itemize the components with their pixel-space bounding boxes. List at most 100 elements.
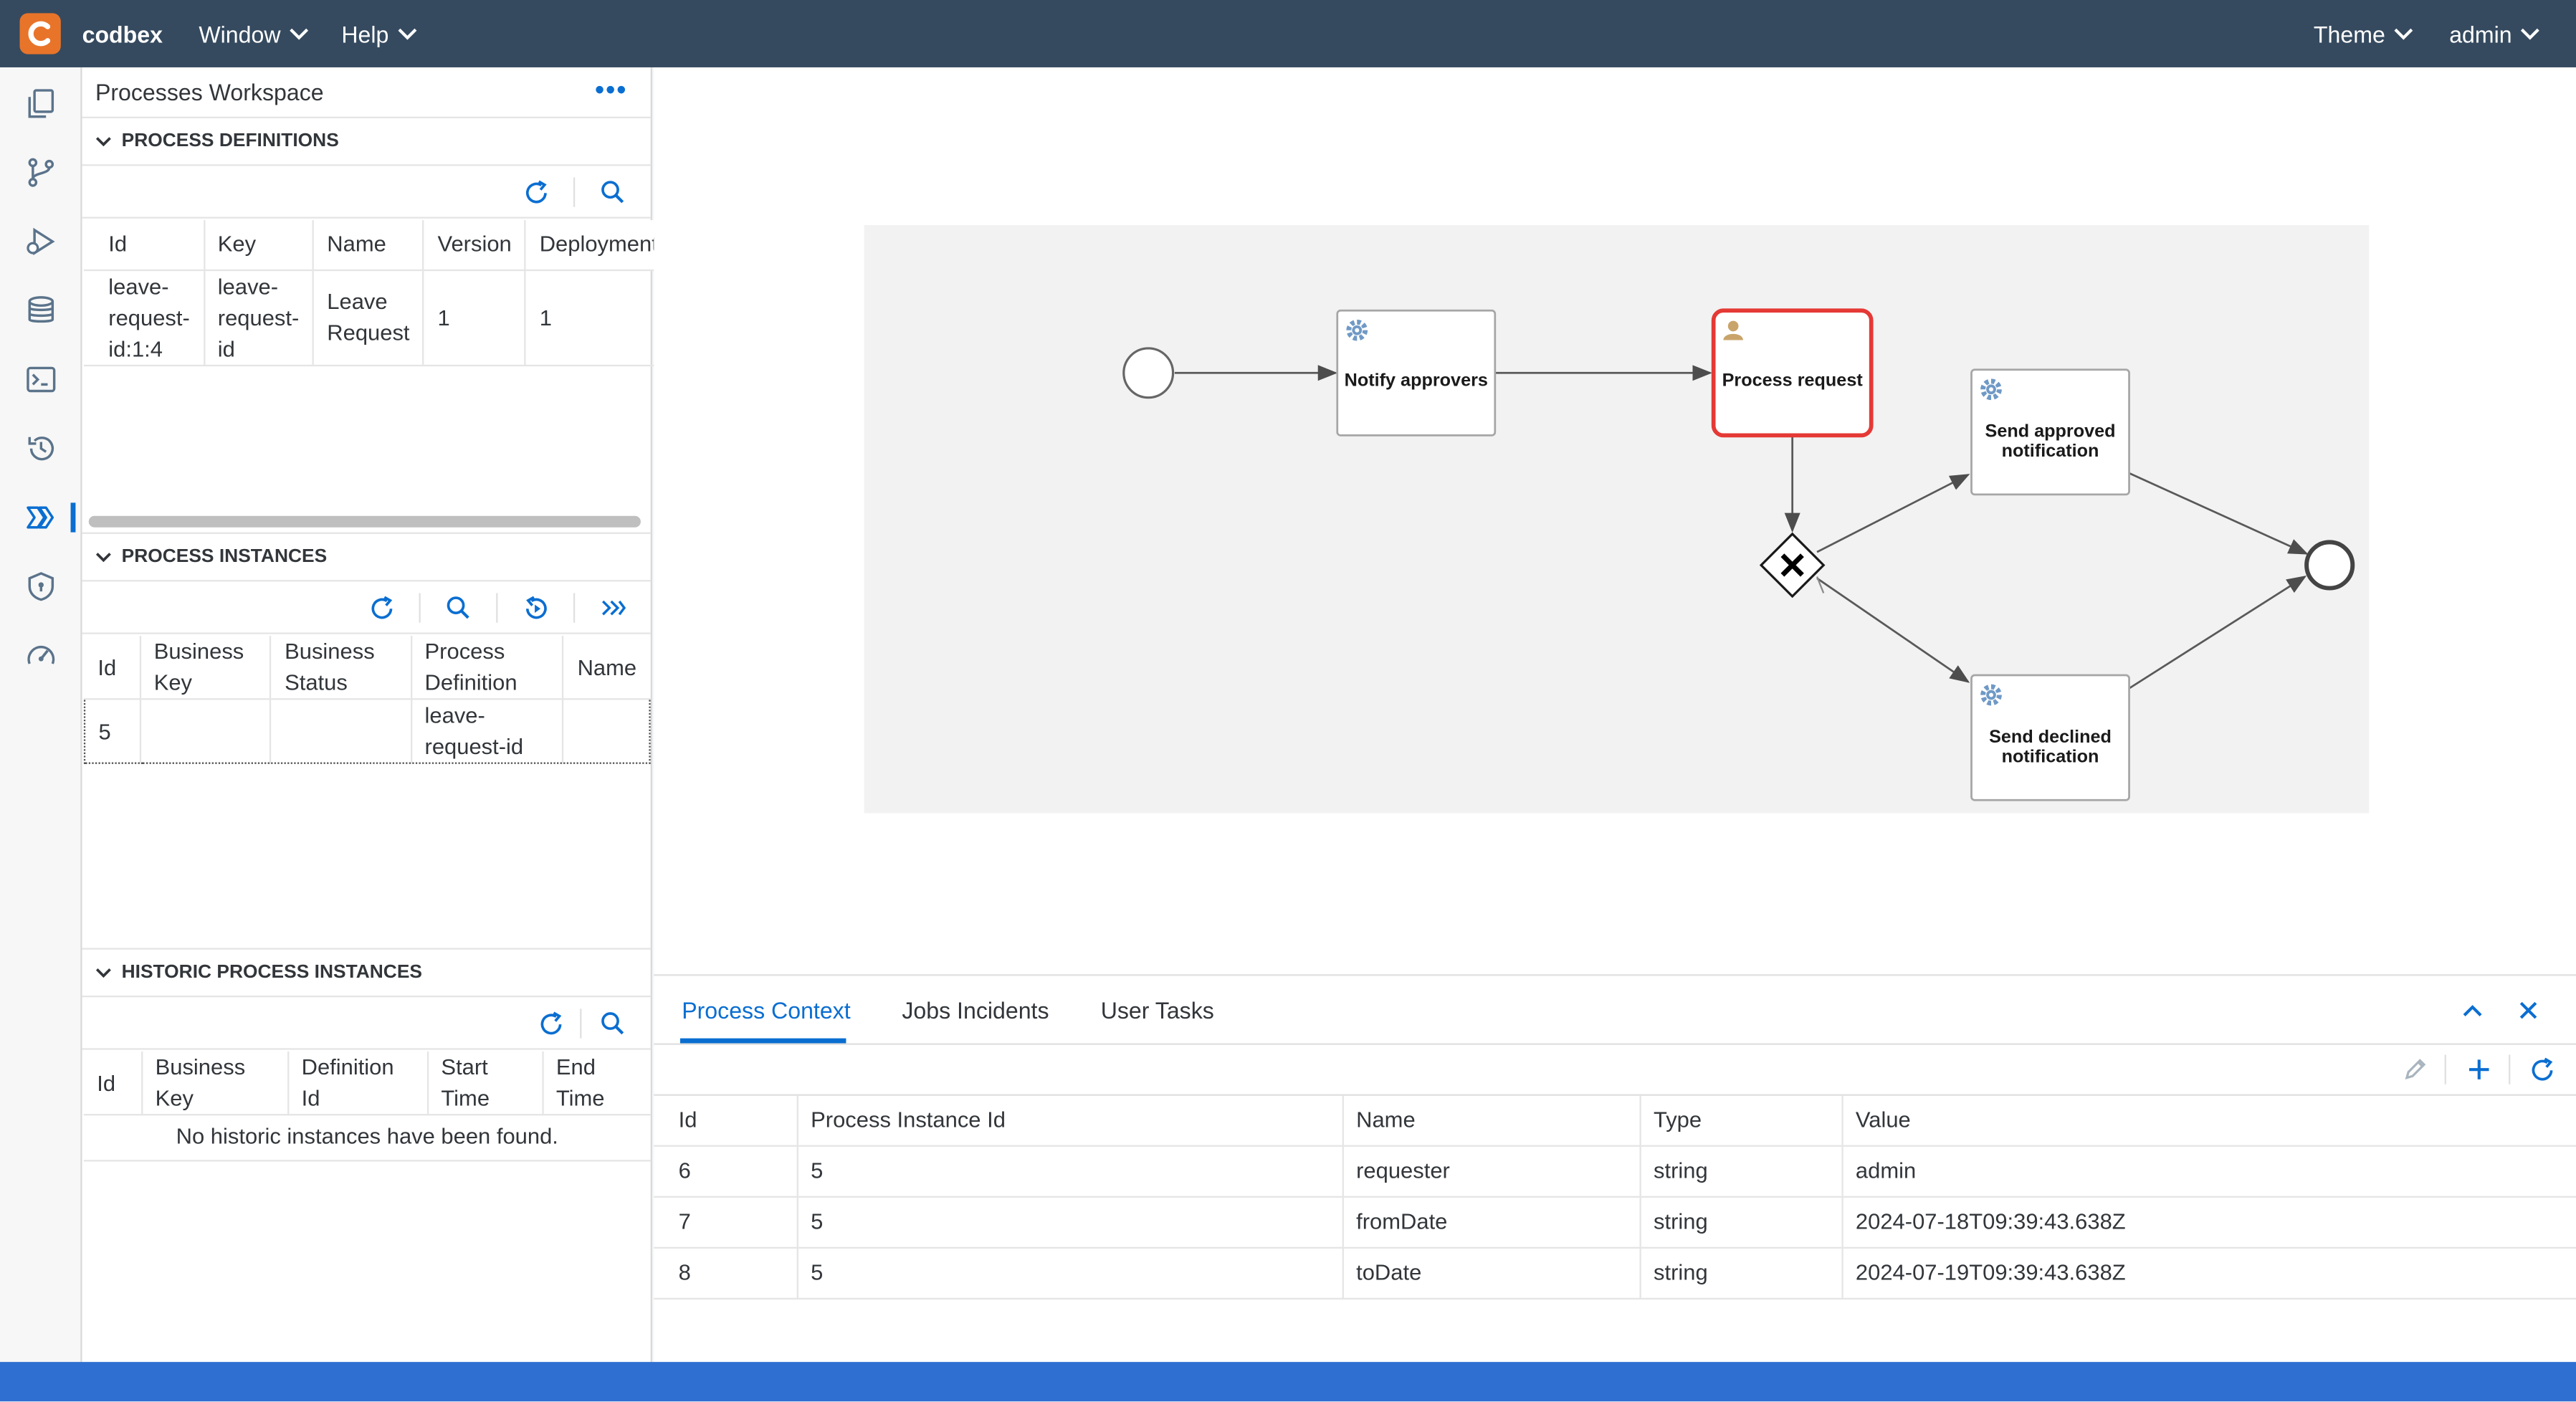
chevron-up-icon[interactable] bbox=[2458, 996, 2487, 1025]
search-icon[interactable] bbox=[596, 1007, 629, 1040]
menu-help[interactable]: Help bbox=[341, 21, 416, 47]
git-branch-icon[interactable] bbox=[23, 154, 59, 190]
column-header[interactable]: Key bbox=[204, 220, 314, 271]
cell-type: string bbox=[1639, 1196, 1843, 1248]
edit-icon[interactable] bbox=[2398, 1053, 2431, 1086]
table-row[interactable]: 8 5 toDate string 2024-07-19T09:39:43.63… bbox=[654, 1246, 2576, 1299]
column-header[interactable]: Name bbox=[563, 636, 650, 700]
menu-theme[interactable]: Theme bbox=[2314, 21, 2413, 47]
add-icon[interactable] bbox=[2463, 1053, 2496, 1086]
cell-definition: leave-request-id bbox=[411, 698, 565, 764]
cell-name: requester bbox=[1342, 1145, 1641, 1197]
codbex-logo-icon[interactable] bbox=[19, 13, 61, 54]
documents-icon[interactable] bbox=[23, 85, 59, 121]
details-tabs: Process Context Jobs Incidents User Task… bbox=[654, 976, 2576, 1045]
processes-icon[interactable] bbox=[23, 500, 59, 535]
table-row[interactable]: 6 5 requester string admin bbox=[654, 1145, 2576, 1197]
resume-icon[interactable] bbox=[519, 591, 552, 624]
task-notify-approvers[interactable]: Notify approvers bbox=[1336, 309, 1497, 437]
column-header[interactable]: Process Definition bbox=[411, 636, 565, 700]
cell-value: admin bbox=[1841, 1145, 2576, 1197]
historic-instances-table: Id Business Key Definition Id Start Time En… bbox=[83, 1051, 651, 1116]
column-header[interactable]: Business Key bbox=[140, 636, 272, 700]
section-title: HISTORIC PROCESS INSTANCES bbox=[121, 963, 422, 983]
task-send-declined-notification[interactable]: Send declined notification bbox=[1970, 674, 2130, 801]
column-header[interactable]: End Time bbox=[542, 1051, 651, 1116]
perspective-bar bbox=[0, 67, 82, 1363]
column-header[interactable]: Id bbox=[83, 220, 205, 271]
tab-process-context[interactable]: Process Context bbox=[682, 997, 850, 1024]
processes-workspace-panel: Processes Workspace ••• PROCESS DEFINITI… bbox=[82, 67, 672, 1363]
tab-jobs-incidents[interactable]: Jobs Incidents bbox=[902, 997, 1049, 1024]
refresh-icon[interactable] bbox=[519, 176, 552, 209]
task-label: Send declined bbox=[1989, 727, 2112, 747]
refresh-icon[interactable] bbox=[2525, 1053, 2558, 1086]
refresh-icon[interactable] bbox=[534, 1007, 567, 1040]
refresh-icon[interactable] bbox=[365, 591, 398, 624]
cell-id: 8 bbox=[654, 1246, 798, 1299]
column-header[interactable]: Definition Id bbox=[287, 1051, 429, 1116]
column-header[interactable]: Deployment bbox=[525, 220, 672, 271]
cell-name: fromDate bbox=[1342, 1196, 1641, 1248]
table-row[interactable]: 5 leave-request-id bbox=[83, 698, 651, 764]
menu-user-label: admin bbox=[2449, 20, 2512, 47]
terminal-icon[interactable] bbox=[23, 361, 59, 397]
section-title: PROCESS INSTANCES bbox=[121, 547, 328, 567]
process-definitions-header[interactable]: PROCESS DEFINITIONS bbox=[82, 116, 651, 166]
exclusive-gateway[interactable] bbox=[1759, 532, 1826, 599]
column-header[interactable]: Process Instance Id bbox=[796, 1095, 1343, 1146]
task-process-request[interactable]: Process request bbox=[1711, 308, 1874, 438]
column-header[interactable]: Name bbox=[1342, 1095, 1641, 1146]
menu-user[interactable]: admin bbox=[2449, 21, 2539, 47]
table-row[interactable]: leave-request-id:1:4 leave-request-id Le… bbox=[83, 269, 672, 366]
horizontal-scrollbar[interactable] bbox=[88, 515, 641, 528]
column-header[interactable]: Id bbox=[83, 1051, 143, 1116]
cell-process-instance-id: 5 bbox=[796, 1246, 1343, 1299]
menu-window[interactable]: Window bbox=[199, 21, 308, 47]
database-icon[interactable] bbox=[23, 292, 59, 328]
cell-deployment: 1 bbox=[525, 269, 672, 366]
tab-user-tasks[interactable]: User Tasks bbox=[1101, 997, 1214, 1024]
task-label: Notify approvers bbox=[1345, 371, 1488, 391]
cell-value: 2024-07-19T09:39:43.638Z bbox=[1841, 1246, 2576, 1299]
shield-icon[interactable] bbox=[23, 568, 59, 604]
empty-state-message: No historic instances have been found. bbox=[83, 1112, 651, 1162]
chevron-down-icon bbox=[2394, 28, 2413, 40]
menu-help-label: Help bbox=[341, 20, 389, 47]
chevron-down-icon bbox=[95, 551, 111, 562]
column-header[interactable]: Version bbox=[424, 220, 527, 271]
active-tab-indicator bbox=[679, 1038, 846, 1044]
end-event[interactable] bbox=[2304, 540, 2355, 591]
column-header[interactable]: Name bbox=[313, 220, 425, 271]
column-header[interactable]: Type bbox=[1639, 1095, 1843, 1146]
more-options-button[interactable]: ••• bbox=[595, 77, 627, 107]
history-icon[interactable] bbox=[23, 431, 59, 467]
cell-version: 1 bbox=[424, 269, 527, 366]
start-event[interactable] bbox=[1122, 347, 1175, 399]
chevron-down-icon bbox=[397, 28, 416, 40]
debug-icon[interactable] bbox=[23, 224, 59, 259]
cell-id: leave-request-id:1:4 bbox=[83, 269, 205, 366]
process-instances-header[interactable]: PROCESS INSTANCES bbox=[82, 532, 651, 582]
column-header[interactable]: Business Key bbox=[141, 1051, 289, 1116]
chevron-down-icon bbox=[95, 967, 111, 977]
column-header[interactable]: Value bbox=[1841, 1095, 2576, 1146]
search-icon[interactable] bbox=[442, 591, 475, 624]
task-send-approved-notification[interactable]: Send approved notification bbox=[1970, 368, 2130, 496]
column-header[interactable]: Id bbox=[654, 1095, 798, 1146]
close-icon[interactable] bbox=[2514, 996, 2543, 1025]
table-row[interactable]: 7 5 fromDate string 2024-07-18T09:39:43.… bbox=[654, 1196, 2576, 1248]
column-header[interactable]: Business Status bbox=[270, 636, 412, 700]
double-chevron-right-icon[interactable] bbox=[596, 591, 629, 624]
process-diagram-viewer: Notify approvers Process request Send ap… bbox=[654, 67, 2576, 975]
dashboard-icon[interactable] bbox=[23, 637, 59, 673]
brand-name[interactable]: codbex bbox=[82, 21, 163, 47]
column-header[interactable]: Id bbox=[85, 636, 141, 700]
search-icon[interactable] bbox=[596, 176, 629, 209]
cell-id: 6 bbox=[654, 1145, 798, 1197]
task-label: Process request bbox=[1722, 371, 1864, 391]
column-header[interactable]: Start Time bbox=[426, 1051, 543, 1116]
cell-id: 7 bbox=[654, 1196, 798, 1248]
chevron-down-icon bbox=[289, 28, 308, 40]
historic-instances-header[interactable]: HISTORIC PROCESS INSTANCES bbox=[82, 948, 651, 998]
